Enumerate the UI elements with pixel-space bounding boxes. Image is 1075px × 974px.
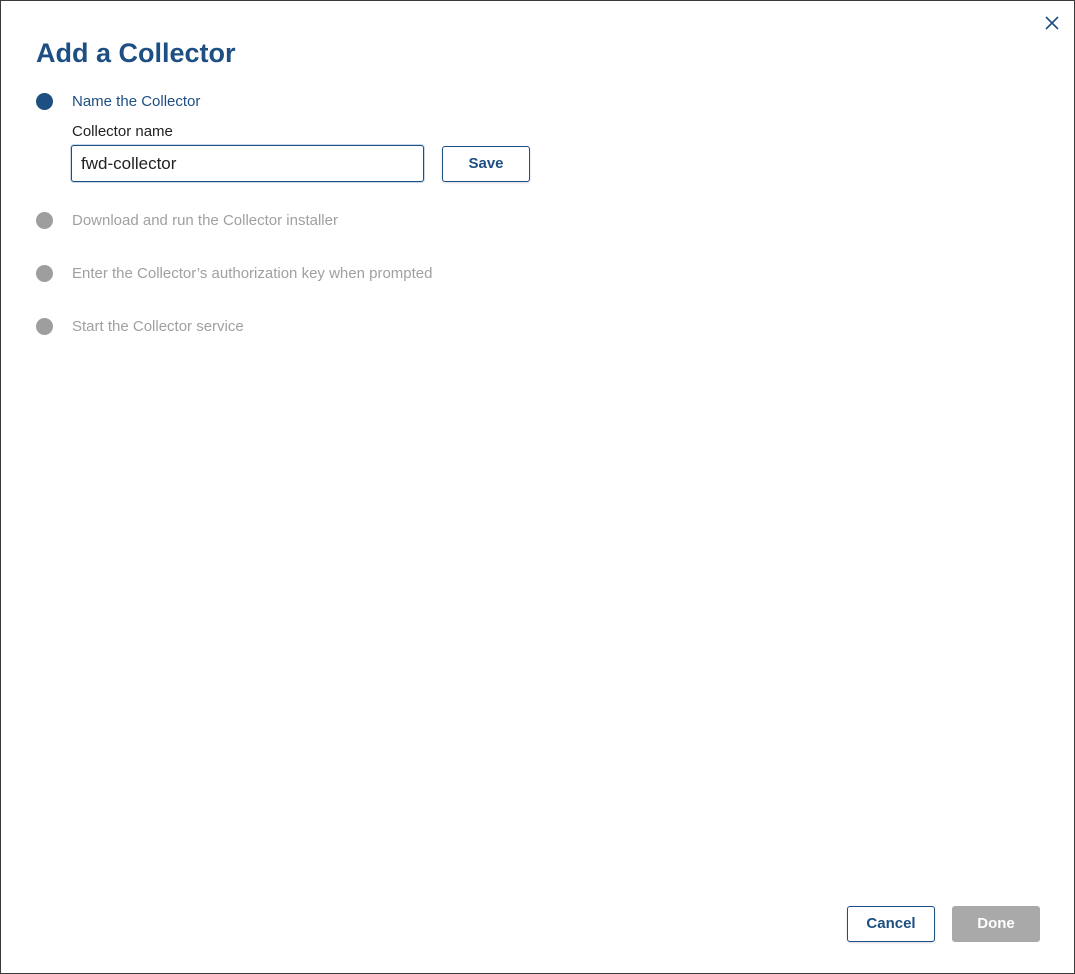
dialog-title: Add a Collector [36, 38, 236, 68]
step-indicator-inactive [36, 212, 53, 229]
collector-name-input[interactable] [71, 145, 424, 182]
step-label: Name the Collector [72, 93, 201, 110]
cancel-button[interactable]: Cancel [847, 906, 935, 942]
step-label: Start the Collector service [72, 318, 244, 335]
done-button[interactable]: Done [952, 906, 1040, 942]
add-collector-dialog: Add a Collector Name the Collector Colle… [0, 0, 1075, 974]
save-button[interactable]: Save [442, 146, 530, 182]
step-indicator-inactive [36, 318, 53, 335]
close-icon[interactable] [1042, 13, 1062, 33]
collector-name-label: Collector name [72, 123, 173, 140]
step-label: Enter the Collector’s authorization key … [72, 265, 433, 282]
step-indicator-active [36, 93, 53, 110]
step-indicator-inactive [36, 265, 53, 282]
step-label: Download and run the Collector installer [72, 212, 338, 229]
